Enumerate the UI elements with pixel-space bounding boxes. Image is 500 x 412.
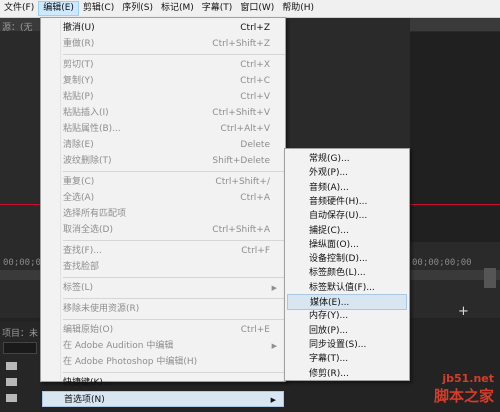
edit-menu-item[interactable]: 粘贴属性(B)... Ctrl+Alt+V <box>42 121 284 137</box>
menu-item-label: 剪切(T) <box>63 60 94 70</box>
menu-item-label: 重复(C) <box>63 177 95 187</box>
menu-separator <box>63 277 285 278</box>
menu-item-label: 复制(Y) <box>63 76 94 86</box>
menu-item-label: 移除未使用资源(R) <box>63 304 140 314</box>
menu-separator <box>63 372 285 373</box>
menubar-item[interactable]: 窗口(W) <box>236 1 278 16</box>
menu-item-label: 选择所有匹配项 <box>63 209 127 219</box>
watermark: jb51.net 脚本之家 <box>434 372 494 406</box>
menu-separator <box>63 298 285 299</box>
menu-item-label: 标签(L) <box>63 283 94 293</box>
edit-menu-item[interactable]: 重复(C) Ctrl+Shift+/ <box>42 174 284 190</box>
submenu-arrow-icon: ▶ <box>271 284 277 292</box>
menu-item-shortcut: Ctrl+X <box>240 60 270 70</box>
menu-separator <box>63 171 285 172</box>
menu-item-label: 清除(E) <box>63 140 94 150</box>
timecode-right: 00;00;00;00 <box>412 258 472 268</box>
menu-bar: 文件(F) 编辑(E) 剪辑(C) 序列(S) 标记(M) 字幕(T) 窗口(W) 帮助(H) <box>0 0 500 18</box>
edit-menu-item[interactable]: 移除未使用资源(R) <box>42 301 284 317</box>
edit-menu-item[interactable]: 复制(Y) Ctrl+C <box>42 73 284 89</box>
source-tab-label: 源：(无 <box>2 23 33 33</box>
edit-menu-item[interactable]: 查找脸部 <box>42 259 284 275</box>
menu-item-label: 粘贴插入(I) <box>63 108 109 118</box>
menu-item-shortcut: Delete <box>240 140 270 150</box>
menubar-item[interactable]: 字幕(T) <box>198 1 237 16</box>
watermark-site: 脚本之家 <box>433 387 494 405</box>
menu-item-shortcut: Ctrl+F <box>241 246 270 256</box>
project-tab-label[interactable]: 项目：未 <box>2 326 38 339</box>
folder-icon <box>6 378 17 386</box>
menu-item-label: 撤消(U) <box>63 23 95 33</box>
menu-item-label: 重做(R) <box>63 39 95 49</box>
menubar-item[interactable]: 编辑(E) <box>38 1 79 16</box>
submenu-arrow-icon: ▶ <box>271 342 277 350</box>
menu-separator <box>63 54 285 55</box>
menu-item-shortcut: Ctrl+Shift+/ <box>215 177 270 187</box>
program-viewer <box>410 32 500 242</box>
menubar-item[interactable]: 标记(M) <box>157 1 198 16</box>
edit-menu-item[interactable]: 撤消(U) Ctrl+Z <box>42 20 284 36</box>
edit-menu-item[interactable]: 取消全选(D) Ctrl+Shift+A <box>42 222 284 238</box>
scrub-bar[interactable] <box>0 270 40 280</box>
edit-menu-item[interactable]: 选择所有匹配项 <box>42 206 284 222</box>
menu-item-label: 波纹删除(T) <box>63 156 112 166</box>
menu-separator <box>63 319 285 320</box>
program-tab[interactable] <box>410 18 500 31</box>
edit-menu-item[interactable]: 粘贴插入(I) Ctrl+Shift+V <box>42 105 284 121</box>
menu-item-shortcut: Ctrl+Alt+V <box>220 124 270 134</box>
submenu-arrow-icon: ▶ <box>270 396 276 404</box>
menu-item-label: 快捷键(K)... <box>63 378 112 388</box>
edit-menu-item[interactable]: 清除(E) Delete <box>42 137 284 153</box>
edit-menu-item[interactable]: 在 Adobe Audition 中编辑 ▶ <box>42 338 284 354</box>
edit-menu-item[interactable]: 查找(F)... Ctrl+F <box>42 243 284 259</box>
menu-item-shortcut: Ctrl+Shift+Z <box>212 39 270 49</box>
menu-item-label: 取消全选(D) <box>63 225 113 235</box>
edit-menu-item[interactable]: 在 Adobe Photoshop 中编辑(H) <box>42 354 284 370</box>
edit-menu: 撤消(U) Ctrl+Z 重做(R) Ctrl+Shift+Z 剪切(T) Ctrl+X 复… <box>40 17 286 407</box>
menu-item-shortcut: Ctrl+E <box>240 325 270 335</box>
menu-item-shortcut: Ctrl+V <box>240 92 270 102</box>
preferences-submenu-item[interactable]: 修剪(R)... <box>287 366 407 382</box>
menu-item-label: 在 Adobe Photoshop 中编辑(H) <box>63 357 198 367</box>
playhead-marker[interactable] <box>484 268 496 288</box>
menu-item-shortcut: Ctrl+Shift+V <box>212 108 270 118</box>
folder-icon <box>6 362 17 370</box>
menu-item-shortcut: Ctrl+Z <box>240 23 270 33</box>
edit-menu-item[interactable]: 标签(L) ▶ <box>42 280 284 296</box>
submenu-item-label: 修剪(R)... <box>309 368 349 379</box>
menu-item-label: 粘贴属性(B)... <box>63 124 121 134</box>
menubar-item[interactable]: 文件(F) <box>0 1 38 16</box>
edit-menu-item[interactable]: 首选项(N) ▶ <box>42 391 284 407</box>
menubar-item[interactable]: 序列(S) <box>118 1 157 16</box>
menu-separator <box>63 240 285 241</box>
menu-item-shortcut: Ctrl+Shift+A <box>212 225 270 235</box>
menu-item-label: 全选(A) <box>63 193 95 203</box>
menu-item-label: 在 Adobe Audition 中编辑 <box>63 341 174 351</box>
menu-item-shortcut: Ctrl+A <box>240 193 270 203</box>
plus-icon[interactable]: + <box>458 304 469 319</box>
menubar-item[interactable]: 帮助(H) <box>278 1 318 16</box>
edit-menu-item[interactable]: 快捷键(K)... <box>42 375 284 391</box>
menu-item-label: 编辑原始(O) <box>63 325 114 335</box>
edit-menu-item[interactable]: 波纹删除(T) Shift+Delete <box>42 153 284 169</box>
menu-item-shortcut: Shift+Delete <box>212 156 270 166</box>
edit-menu-item[interactable]: 编辑原始(O) Ctrl+E <box>42 322 284 338</box>
preferences-submenu: 常规(G)... 外观(P)... 音频(A)... 音频硬件(H)... 自动保存(U… <box>284 148 410 381</box>
edit-menu-item[interactable]: 全选(A) Ctrl+A <box>42 190 284 206</box>
edit-menu-item[interactable]: 剪切(T) Ctrl+X <box>42 57 284 73</box>
menu-item-label: 首选项(N) <box>64 395 105 405</box>
menu-item-shortcut: Ctrl+C <box>240 76 270 86</box>
edit-menu-item[interactable]: 粘贴(P) Ctrl+V <box>42 89 284 105</box>
menu-item-label: 查找脸部 <box>63 262 100 272</box>
menu-item-label: 查找(F)... <box>63 246 102 256</box>
search-field[interactable] <box>3 342 37 354</box>
watermark-url: jb51.net <box>442 372 494 385</box>
edit-menu-item[interactable]: 重做(R) Ctrl+Shift+Z <box>42 36 284 52</box>
menu-item-label: 粘贴(P) <box>63 92 94 102</box>
menubar-item[interactable]: 剪辑(C) <box>79 1 118 16</box>
folder-icon <box>6 394 17 402</box>
